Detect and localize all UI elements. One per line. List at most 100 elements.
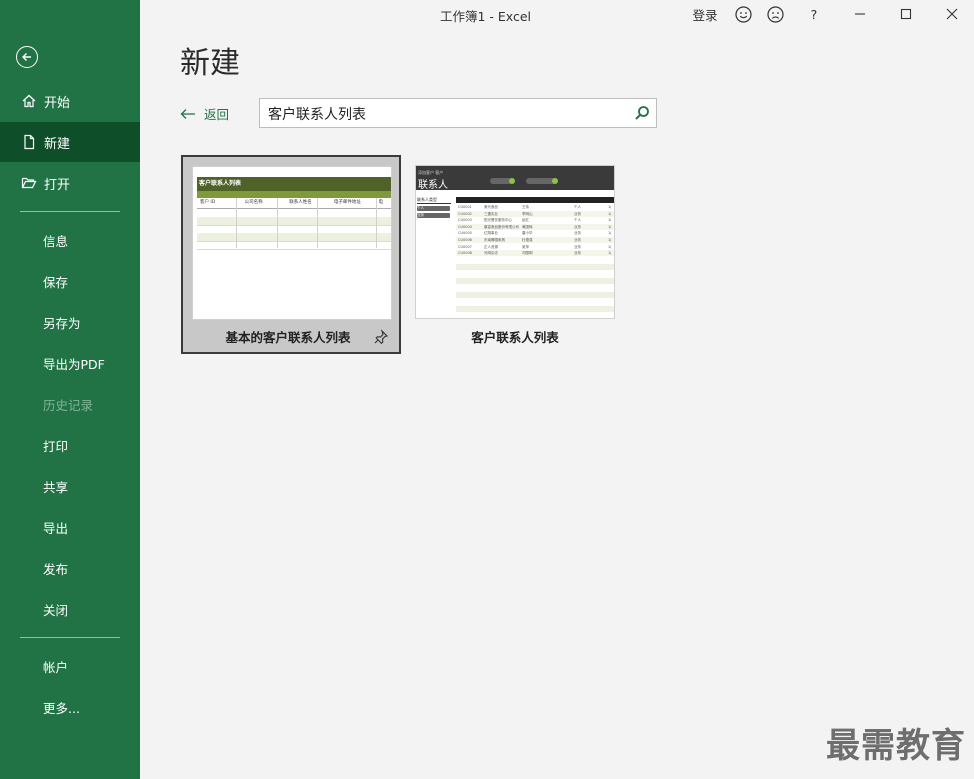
thumb-grid-cell: 康富食品股份有限公司 bbox=[484, 224, 519, 229]
open-folder-icon bbox=[20, 174, 38, 192]
sidebar-item-history: 历史记录 bbox=[43, 398, 94, 413]
thumb-grid-cell: CU0006 bbox=[458, 238, 472, 242]
thumb-grid-cell: 1( bbox=[608, 211, 612, 216]
thumb-grid-cell: 个人 bbox=[574, 205, 581, 209]
search-input[interactable] bbox=[266, 103, 630, 125]
thumb-grid-row: CU0002 三捷实业 李明山 业务 1( bbox=[456, 210, 614, 217]
sidebar-divider bbox=[20, 211, 120, 212]
thumb-grid-cell: 业务 bbox=[574, 251, 581, 256]
thumb-grid-cell: 业务 bbox=[574, 231, 581, 236]
home-icon bbox=[20, 92, 38, 110]
thumb-grid-cell: CU0008 bbox=[458, 251, 472, 256]
smile-icon[interactable] bbox=[732, 2, 754, 26]
thumb-band bbox=[456, 264, 614, 270]
sidebar-item-open[interactable]: 打开 bbox=[0, 163, 140, 203]
thumb-filter-panel: 联系人类型 个人 业务 bbox=[416, 197, 452, 237]
thumb-grid-cell: CU0003 bbox=[458, 218, 472, 223]
thumb-grid-row: CU0006 东南螺帽家具 杜德强 业务 1( bbox=[456, 237, 614, 243]
thumb-grid-row: CU0004 康富食品股份有限公司 黄国辉 业务 1( bbox=[456, 223, 614, 230]
frown-icon[interactable] bbox=[764, 2, 786, 26]
thumb-grid-cell: 1( bbox=[608, 244, 612, 249]
thumb-header-band: 添加客户 客户 联系人 bbox=[416, 166, 614, 191]
back-link[interactable]: 返回 bbox=[180, 104, 229, 123]
thumb-grid-row: CU0005 亿翔事业 唐小华 业务 1( bbox=[456, 230, 614, 236]
thumb-grid-cell: 业务 bbox=[574, 244, 581, 249]
signin-link[interactable]: 登录 bbox=[690, 2, 720, 26]
thumb-grid-cell: 唐小华 bbox=[522, 231, 533, 236]
backstage-sidebar: 开始 新建 打开 信息 保存 另存为 导出为PDF 历史记录 打印 共享 导出 … bbox=[0, 0, 140, 779]
sidebar-item-export[interactable]: 导出 bbox=[43, 518, 68, 537]
thumb-band bbox=[456, 292, 614, 298]
thumb-grid-cell: 杜德强 bbox=[522, 238, 533, 242]
thumb-grid-cell: CU0005 bbox=[458, 231, 472, 236]
sidebar-item-label: 新建 bbox=[44, 136, 71, 152]
thumb-grid-cell: 1( bbox=[608, 238, 612, 242]
thumb-grid-row: CU0001 美代食品 王伟 个人 1( bbox=[456, 204, 614, 210]
back-arrow-icon[interactable] bbox=[16, 46, 38, 68]
sidebar-item-close[interactable]: 关闭 bbox=[43, 600, 68, 619]
sidebar-item-share[interactable]: 共享 bbox=[43, 477, 68, 496]
thumb-grid-cell: 光明杂志 bbox=[484, 251, 498, 256]
sidebar-item-label: 开始 bbox=[44, 95, 71, 111]
thumb-grid-cell: 1( bbox=[608, 205, 612, 209]
template-card-customer-contact-list[interactable]: 添加客户 客户 联系人 联系人类型 个人 业务 CU0001 美代食品 王伟 个人 1(… bbox=[404, 155, 624, 354]
thumb-grid-cell: CU0004 bbox=[458, 224, 472, 229]
search-icon[interactable] bbox=[634, 105, 650, 121]
thumb-gridline bbox=[236, 198, 237, 248]
sidebar-item-publish[interactable]: 发布 bbox=[43, 559, 68, 578]
thumb-row bbox=[197, 241, 391, 250]
sidebar-item-save-as[interactable]: 另存为 bbox=[43, 313, 81, 332]
help-button[interactable]: ? bbox=[804, 2, 824, 26]
sidebar-item-account[interactable]: 帐户 bbox=[43, 657, 68, 676]
thumb-grid-cell: 阳光餐饮服务中心 bbox=[484, 218, 512, 223]
thumb-columns: 客户 ID 公司名称 联系人姓名 电子邮件地址 电 bbox=[197, 198, 391, 209]
thumb-grid-cell: 业务 bbox=[574, 238, 581, 242]
thumb-grid-cell: 王伟 bbox=[522, 205, 529, 209]
back-link-label: 返回 bbox=[204, 107, 230, 122]
page-title: 新建 bbox=[180, 46, 240, 81]
template-label: 客户联系人列表 bbox=[471, 330, 559, 345]
thumb-grid-cell: 三捷实业 bbox=[484, 211, 498, 216]
thumb-grid-cell: 业务 bbox=[574, 211, 581, 216]
pin-icon[interactable] bbox=[373, 329, 389, 345]
thumb-grid-cell: 业务 bbox=[574, 224, 581, 229]
thumb-button-dot bbox=[552, 178, 558, 184]
sidebar-item-label: 打开 bbox=[44, 177, 71, 193]
sidebar-item-info[interactable]: 信息 bbox=[43, 231, 68, 250]
template-thumbnail: 客户联系人列表 客户 ID 公司名称 联系人姓名 电子邮件地址 电 bbox=[192, 166, 392, 320]
thumb-filter-item: 个人 bbox=[417, 206, 450, 211]
thumb-grid-cell: CU0007 bbox=[458, 244, 472, 249]
thumb-col: 电子邮件地址 bbox=[333, 200, 361, 205]
window-title: 工作簿1 - Excel bbox=[440, 9, 532, 24]
maximize-icon[interactable] bbox=[894, 2, 918, 26]
thumb-button-dot bbox=[509, 178, 515, 184]
thumb-grid-row: CU0008 光明杂志 刘国明 业务 1( bbox=[456, 250, 614, 257]
template-card-basic-contact-list[interactable]: 客户联系人列表 客户 ID 公司名称 联系人姓名 电子邮件地址 电 基本的客户联… bbox=[181, 155, 401, 354]
thumb-gridline bbox=[277, 198, 278, 248]
thumb-grid-cell: 吴萍 bbox=[522, 244, 529, 249]
thumb-grid-cell: 1( bbox=[608, 251, 612, 256]
sidebar-item-save[interactable]: 保存 bbox=[43, 272, 68, 291]
thumb-col: 联系人姓名 bbox=[289, 200, 312, 205]
thumb-grid-cell: 1( bbox=[608, 224, 612, 229]
watermark-logo: 最需教育 bbox=[826, 726, 966, 766]
thumb-col: 客户 ID bbox=[200, 200, 216, 205]
thumb-grid-cell: 黄国辉 bbox=[522, 224, 533, 229]
sidebar-item-export-pdf[interactable]: 导出为PDF bbox=[43, 354, 105, 373]
thumb-gridline bbox=[376, 198, 377, 248]
thumb-grid-cell: 个人 bbox=[574, 218, 581, 223]
minimize-icon[interactable] bbox=[848, 2, 872, 26]
thumb-grid-cell: 亿翔事业 bbox=[484, 231, 498, 236]
thumb-grid-cell: 1( bbox=[608, 231, 612, 236]
thumb-grid-header bbox=[456, 197, 614, 203]
sidebar-item-print[interactable]: 打印 bbox=[43, 436, 68, 455]
sidebar-divider bbox=[20, 637, 120, 638]
thumb-grid-cell: 赵红 bbox=[522, 218, 529, 223]
thumb-gridline bbox=[317, 198, 318, 248]
sidebar-item-more[interactable]: 更多... bbox=[43, 698, 80, 717]
sidebar-item-new[interactable]: 新建 bbox=[0, 122, 140, 162]
new-document-icon bbox=[20, 133, 38, 151]
close-icon[interactable] bbox=[940, 2, 964, 26]
sidebar-item-home[interactable]: 开始 bbox=[0, 81, 140, 121]
thumb-col: 电 bbox=[378, 200, 384, 205]
